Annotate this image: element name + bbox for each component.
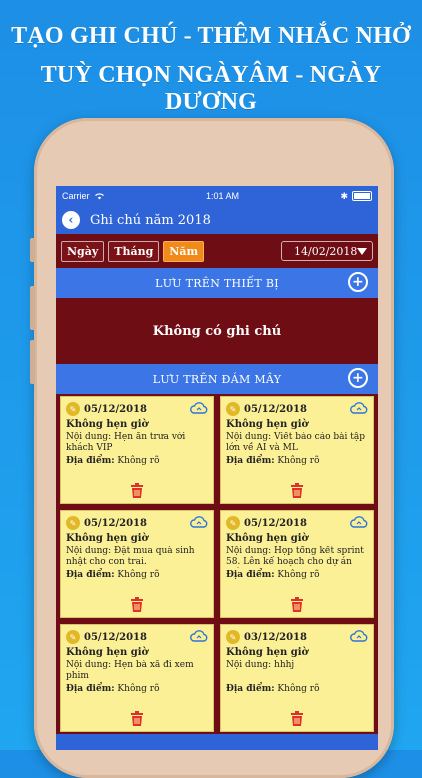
note-location: Địa điểm: Không rõ <box>66 570 208 580</box>
plus-icon: + <box>351 274 365 290</box>
promo-headline-1: TẠO GHI CHÚ - THÊM NHẮC NHỞ <box>11 23 411 49</box>
cloud-sync-icon <box>350 516 368 528</box>
cloud-section-header: LƯU TRÊN ĐÁM MÂY + <box>56 364 378 394</box>
filter-year-button[interactable]: Năm <box>163 240 205 262</box>
cloud-sync-icon <box>190 402 208 414</box>
battery-icon <box>352 191 372 201</box>
note-location: Địa điểm: Không rõ <box>226 684 368 694</box>
note-content: Nội dung: Hẹn bà xã đi xem phim <box>66 660 194 681</box>
phone-mute-switch <box>30 238 35 262</box>
note-card[interactable]: ✎ 05/12/2018 Không hẹn giờ Nội dung: Hẹn … <box>60 624 214 732</box>
note-location-value: Không rõ <box>117 570 160 580</box>
note-location: Địa điểm: Không rõ <box>66 456 208 466</box>
phone-volume-up <box>30 286 35 330</box>
note-content: Nội dung: Họp tổng kết sprint 58. Lên kế… <box>226 546 364 567</box>
note-card[interactable]: ✎ 03/12/2018 Không hẹn giờ Nội dung: hhhj… <box>220 624 374 732</box>
note-content: Nội dung: Đặt mua quà sinh nhật cho con … <box>66 546 195 567</box>
back-button[interactable]: ‹ <box>62 211 80 229</box>
add-device-note-button[interactable]: + <box>348 272 368 292</box>
note-location-value: Không rõ <box>277 570 320 580</box>
filter-bar: Ngày Tháng Năm 14/02/2018 <box>56 234 378 268</box>
note-icon: ✎ <box>226 402 240 416</box>
carrier-label: Carrier <box>62 191 90 201</box>
note-icon: ✎ <box>66 630 80 644</box>
note-title: Không hẹn giờ <box>66 647 149 658</box>
selected-date: 14/02/2018 <box>294 244 358 258</box>
note-location-value: Không rõ <box>277 456 320 466</box>
device-section-header: LƯU TRÊN THIẾT BỊ + <box>56 268 378 298</box>
note-title: Không hẹn giờ <box>226 647 309 658</box>
note-title: Không hẹn giờ <box>66 533 149 544</box>
note-content: Nội dung: hhhj <box>226 660 295 670</box>
cloud-sync-icon <box>350 630 368 642</box>
note-location-label: Địa điểm: <box>66 570 115 580</box>
note-location-label: Địa điểm: <box>226 684 275 694</box>
note-icon: ✎ <box>66 516 80 530</box>
note-content: Nội dung: Hẹn ăn trưa với khách VIP <box>66 432 186 453</box>
promo-headline-2: TUỲ CHỌN NGÀYÂM - NGÀY DƯƠNG <box>40 62 382 115</box>
note-location-value: Không rõ <box>117 456 160 466</box>
note-location: Địa điểm: Không rõ <box>226 456 368 466</box>
note-location-label: Địa điểm: <box>226 456 275 466</box>
note-card[interactable]: ✎ 05/12/2018 Không hẹn giờ Nội dung: Hẹn … <box>60 396 214 504</box>
cloud-sync-icon <box>190 516 208 528</box>
cloud-notes-grid: ✎ 05/12/2018 Không hẹn giờ Nội dung: Hẹn … <box>56 394 378 734</box>
note-icon: ✎ <box>226 630 240 644</box>
note-date: 05/12/2018 <box>84 517 147 529</box>
note-location-label: Địa điểm: <box>226 570 275 580</box>
note-date: 05/12/2018 <box>244 517 307 529</box>
chevron-left-icon: ‹ <box>68 212 74 228</box>
device-section-title: LƯU TRÊN THIẾT BỊ <box>155 276 279 290</box>
trash-icon[interactable] <box>130 483 144 499</box>
filter-day-button[interactable]: Ngày <box>61 240 105 262</box>
note-icon: ✎ <box>66 402 80 416</box>
add-cloud-note-button[interactable]: + <box>348 368 368 388</box>
note-title: Không hẹn giờ <box>226 533 309 544</box>
note-title: Không hẹn giờ <box>66 419 149 430</box>
trash-icon[interactable] <box>130 711 144 727</box>
note-date: 03/12/2018 <box>244 631 307 643</box>
cloud-sync-icon <box>190 630 208 642</box>
note-date: 05/12/2018 <box>84 403 147 415</box>
note-location-label: Địa điểm: <box>66 684 115 694</box>
plus-icon: + <box>351 370 365 386</box>
clock: 1:01 AM <box>205 191 239 201</box>
note-location-value: Không rõ <box>277 684 320 694</box>
cloud-section-title: LƯU TRÊN ĐÁM MÂY <box>152 372 282 386</box>
note-icon: ✎ <box>226 516 240 530</box>
dropdown-arrow-icon <box>357 247 368 255</box>
note-card[interactable]: ✎ 05/12/2018 Không hẹn giờ Nội dung: Viết… <box>220 396 374 504</box>
app-screen: Carrier 1:01 AM ✱ ‹ Ghi chú năm 2018 Ngà… <box>56 186 378 750</box>
note-location: Địa điểm: Không rõ <box>226 570 368 580</box>
note-title: Không hẹn giờ <box>226 419 309 430</box>
bluetooth-icon: ✱ <box>340 190 348 201</box>
trash-icon[interactable] <box>290 597 304 613</box>
date-picker[interactable]: 14/02/2018 <box>281 241 373 261</box>
note-location-label: Địa điểm: <box>66 456 115 466</box>
status-bar: Carrier 1:01 AM ✱ <box>56 186 378 206</box>
trash-icon[interactable] <box>290 483 304 499</box>
note-location: Địa điểm: Không rõ <box>66 684 208 694</box>
wifi-icon <box>94 193 104 200</box>
filter-month-button[interactable]: Tháng <box>108 240 160 262</box>
cloud-sync-icon <box>350 402 368 414</box>
note-content: Nội dung: Viết báo cáo bài tập lớn về AI… <box>226 432 365 453</box>
note-date: 05/12/2018 <box>84 631 147 643</box>
note-card[interactable]: ✎ 05/12/2018 Không hẹn giờ Nội dung: Đặt … <box>60 510 214 618</box>
note-date: 05/12/2018 <box>244 403 307 415</box>
note-location-value: Không rõ <box>117 684 160 694</box>
page-title: Ghi chú năm 2018 <box>90 212 211 228</box>
note-card[interactable]: ✎ 05/12/2018 Không hẹn giờ Nội dung: Họp … <box>220 510 374 618</box>
nav-bar: ‹ Ghi chú năm 2018 <box>56 206 378 234</box>
phone-volume-down <box>30 340 35 384</box>
trash-icon[interactable] <box>130 597 144 613</box>
trash-icon[interactable] <box>290 711 304 727</box>
device-empty-state: Không có ghi chú <box>56 298 378 364</box>
